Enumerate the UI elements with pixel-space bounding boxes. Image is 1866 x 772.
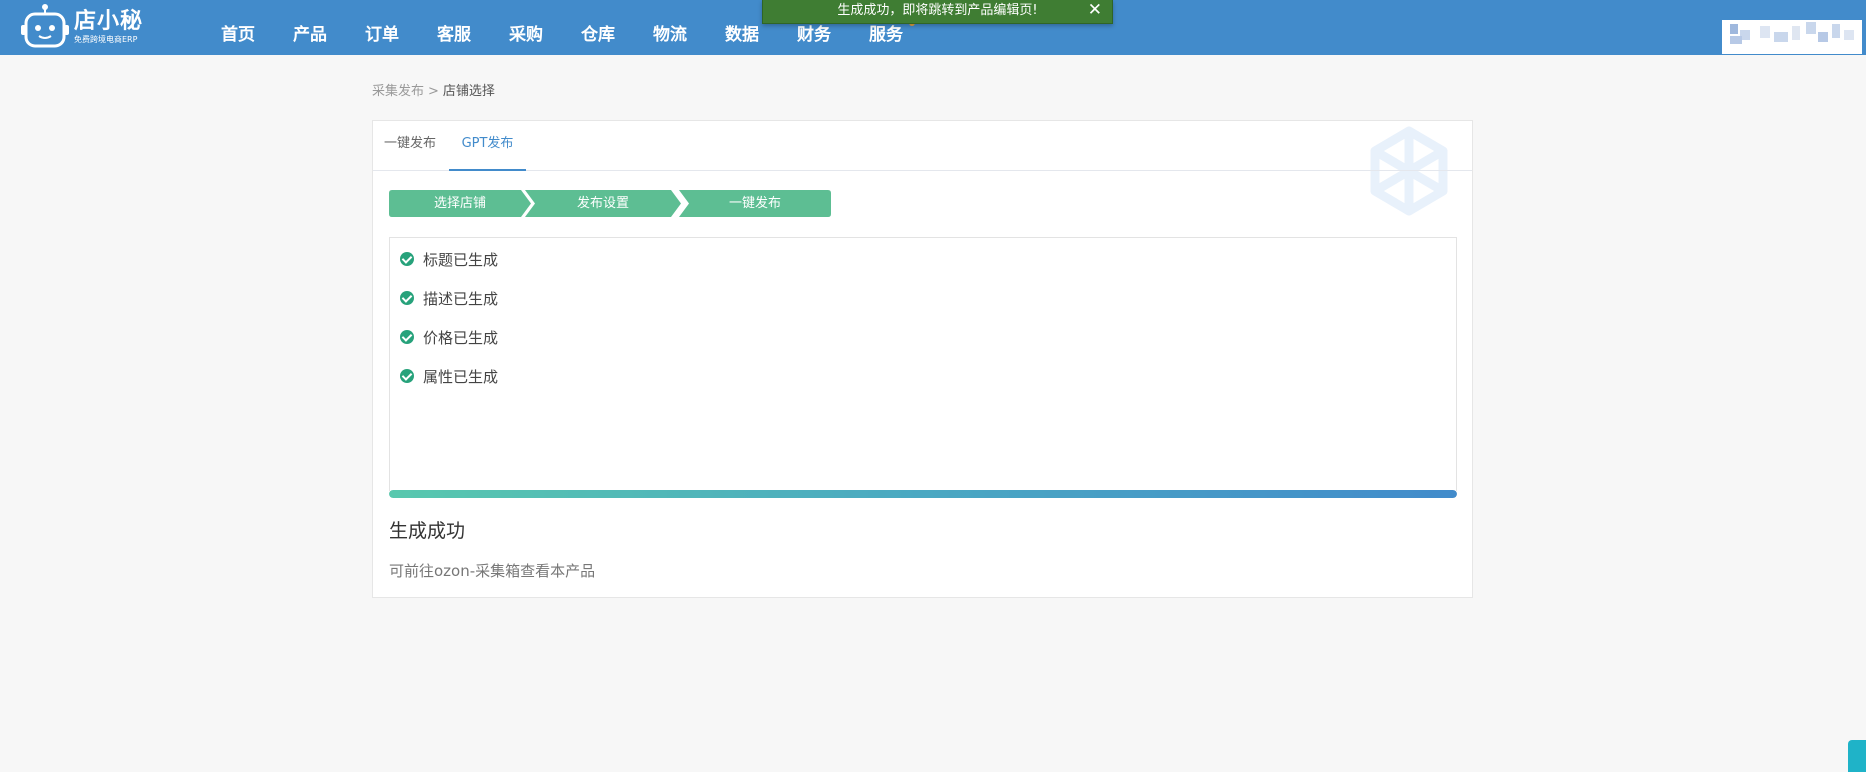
- log-item: 属性已生成: [400, 366, 498, 386]
- result-description: 可前往ozon-采集箱查看本产品: [389, 562, 596, 580]
- help-widget-button[interactable]: [1848, 740, 1866, 772]
- log-item-text: 描述已生成: [423, 289, 499, 308]
- toast-message: 生成成功，即将跳转到产品编辑页!: [837, 3, 1038, 18]
- step-label: 选择店铺: [433, 196, 486, 211]
- log-item-text: 价格已生成: [423, 328, 499, 347]
- user-account-box[interactable]: [1722, 20, 1862, 54]
- breadcrumb-parent[interactable]: 采集发布: [372, 84, 424, 99]
- publish-card: 一键发布 GPT发布 选择店铺 发布设置 一键发布 标题已生成 描述已生成 价格…: [372, 120, 1473, 598]
- tab-gpt-publish[interactable]: GPT发布: [449, 121, 526, 171]
- check-circle-icon: [400, 291, 414, 305]
- app-logo[interactable]: 店小秘 免费跨境电商ERP: [20, 2, 150, 52]
- breadcrumb-current: 店铺选择: [442, 84, 495, 99]
- check-circle-icon: [400, 252, 414, 266]
- nav-products[interactable]: 产品: [293, 0, 327, 55]
- close-icon[interactable]: ✕: [1088, 0, 1102, 21]
- nav-logistics[interactable]: 物流: [653, 0, 687, 55]
- nav-orders[interactable]: 订单: [365, 0, 399, 55]
- progress-fill: [389, 490, 1457, 498]
- generation-progress-bar: [389, 490, 1457, 498]
- logo-tagline: 免费跨境电商ERP: [74, 35, 138, 44]
- log-item: 标题已生成: [400, 249, 498, 269]
- nav-services-label: 服务: [869, 25, 903, 45]
- step-label: 一键发布: [728, 196, 781, 211]
- nav-data[interactable]: 数据: [725, 0, 759, 55]
- log-item: 描述已生成: [400, 288, 498, 308]
- nav-customer-service[interactable]: 客服: [437, 0, 471, 55]
- tab-one-click-publish[interactable]: 一键发布: [384, 121, 439, 171]
- nav-home[interactable]: 首页: [221, 0, 255, 55]
- breadcrumb-separator: >: [428, 84, 439, 99]
- check-circle-icon: [400, 369, 414, 383]
- step-select-store: 选择店铺: [389, 190, 531, 217]
- step-one-click-publish: 一键发布: [679, 190, 831, 217]
- tab-bar: 一键发布 GPT发布: [373, 121, 1472, 171]
- step-label: 发布设置: [576, 196, 629, 211]
- breadcrumb: 采集发布 > 店铺选择: [372, 80, 495, 99]
- nav-warehouse[interactable]: 仓库: [581, 0, 615, 55]
- log-item: 价格已生成: [400, 327, 498, 347]
- nav-purchasing[interactable]: 采购: [509, 0, 543, 55]
- result-title: 生成成功: [389, 520, 466, 542]
- robot-icon: [20, 3, 70, 51]
- generation-log: 标题已生成 描述已生成 价格已生成 属性已生成: [389, 237, 1457, 491]
- logo-name: 店小秘: [74, 9, 144, 34]
- success-toast: 生成成功，即将跳转到产品编辑页! ✕: [762, 0, 1113, 24]
- log-item-text: 属性已生成: [423, 367, 499, 386]
- check-circle-icon: [400, 330, 414, 344]
- step-publish-settings: 发布设置: [525, 190, 681, 217]
- log-item-text: 标题已生成: [423, 250, 499, 269]
